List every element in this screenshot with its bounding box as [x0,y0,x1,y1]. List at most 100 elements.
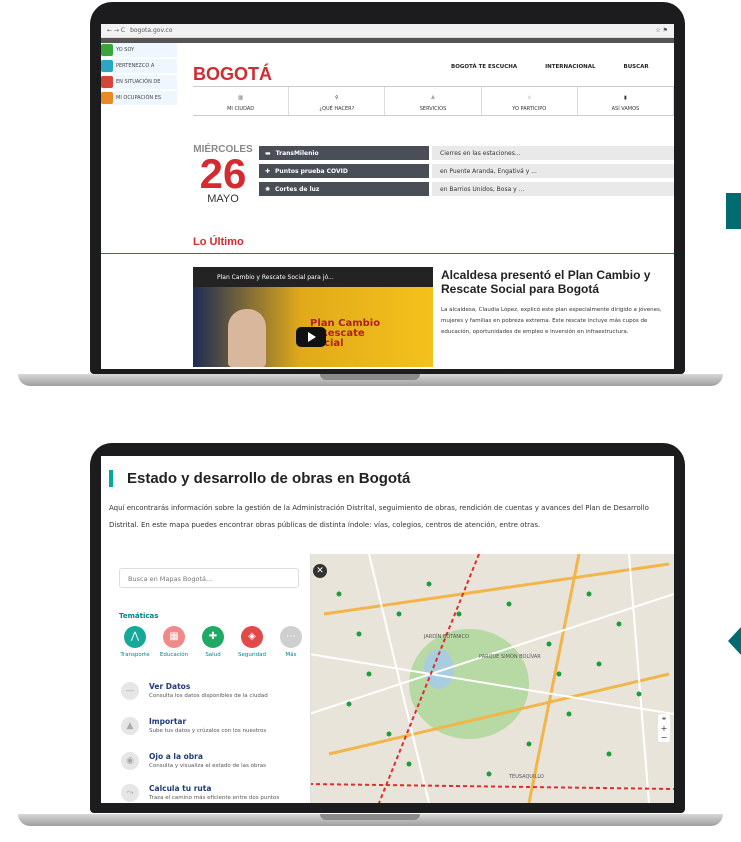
menu-item-que-hacer[interactable]: ⚲ ¿QUÉ HACER? [289,87,386,115]
option-title: Ojo a la obra [149,752,203,761]
school-icon: ▦ [163,626,185,648]
option-subtitle: Traza el camino más eficiente entre dos … [149,795,280,801]
option-title: Calcula tu ruta [149,784,212,793]
data-icon: — [121,682,139,700]
laptop-notch [320,374,420,380]
alert-text: Cierres en las estaciones... [432,146,674,160]
person-icon: ♙ [430,95,436,101]
browser-actions[interactable]: ☆ ⚑ [655,27,668,34]
category-label: Educación [159,652,189,658]
category-label: Salud [205,652,221,658]
address-bar[interactable]: bogota.gov.co [130,27,650,34]
bulb-icon: ✺ [265,185,271,193]
sidenav-item-ocupacion[interactable]: MI OCUPACIÓN ES [101,91,177,105]
tematicas-heading: Temáticas [119,612,159,620]
shield-icon: ◈ [241,626,263,648]
browser-nav-buttons[interactable]: ← → C [107,27,125,34]
decorative-arrow [728,627,741,655]
speaker-figure [228,309,266,367]
alert-text: en Barrios Unidos, Bosa y ... [432,182,674,196]
map-view[interactable]: JARDÍN BOTÁNICO PARQUE SIMÓN BOLÍVAR TEU… [109,554,674,803]
alert-text: en Puente Aranda, Engativá y ... [432,164,674,178]
laptop-screen: Estado y desarrollo de obras en Bogotá A… [101,456,674,803]
category-list: ⋀ Transporte ▦ Educación ✚ Salud ◈ Seguridad… [117,626,309,658]
bus-icon: ▬ [265,149,271,157]
section-divider [101,253,674,254]
option-title: Importar [149,717,187,726]
option-ver-datos[interactable]: — Ver Datos Consulta los datos disponibles… [121,682,301,700]
menu-item-mi-ciudad[interactable]: ▥ MI CIUDAD [193,87,290,115]
category-mas[interactable]: ⋯ Más [273,626,309,658]
video-title: Plan Cambio y Rescate Social para jó... [193,267,433,287]
category-salud[interactable]: ✚ Salud [195,626,231,658]
map-controls[interactable]: ⌖ + − [658,714,670,742]
menu-label: MI CIUDAD [227,106,255,112]
video-player[interactable]: Plan Cambio y Rescate Social para jó... … [193,267,433,367]
map-label: JARDÍN BOTÁNICO [424,634,469,640]
date-widget: MIÉRCOLES 26 MAYO [193,144,253,205]
option-calcula-ruta[interactable]: ⤳ Calcula tu ruta Traza el camino más efic… [121,784,301,802]
topnav-buscar[interactable]: BUSCAR [624,64,649,70]
decorative-bar [726,193,741,229]
alert-row[interactable]: ✚ Puntos prueba COVID en Puente Aranda, En… [259,164,674,178]
bogota-logo[interactable]: BOGOTÁ [193,64,272,85]
menu-label: SERVICIOS [419,106,447,112]
map-label: PARQUE SIMÓN BOLÍVAR [479,654,541,660]
sidenav-label: MI OCUPACIÓN ES [116,95,162,101]
option-subtitle: Sube tus datos y crúzalos con los nuestr… [149,728,267,734]
menu-item-servicios[interactable]: ♙ SERVICIOS [385,87,482,115]
briefcase-icon [101,92,113,104]
map-search-input[interactable]: Busca en Mapas Bogotá... [119,568,299,588]
category-label: Seguridad [238,652,266,658]
category-label: Transporte [120,652,150,658]
covid-icon: ✚ [265,167,271,175]
map-side-panel: Busca en Mapas Bogotá... Temáticas ⋀ Tran… [109,554,311,803]
top-nav: BOGOTÁ TE ESCUCHA INTERNACIONAL BUSCAR [451,64,649,70]
sidenav-item-yo-soy[interactable]: YO SOY [101,43,177,57]
alert-label: Cortes de luz [275,185,320,193]
laptop-notch [320,814,420,820]
hand-icon: ☝ [527,95,531,101]
news-body: La alcaldesa, Claudia López, explicó est… [441,307,662,335]
topnav-internacional[interactable]: INTERNACIONAL [545,64,595,70]
news-article: Alcaldesa presentó el Plan Cambio y Resc… [441,268,674,338]
group-icon [101,60,113,72]
person-icon [101,44,113,56]
category-label: Más [285,652,297,658]
alert-row[interactable]: ▬ TransMilenio Cierres en las estaciones..… [259,146,674,160]
upload-icon: ▲ [121,717,139,735]
top-strip [101,38,674,43]
category-transporte[interactable]: ⋀ Transporte [117,626,153,658]
news-title[interactable]: Alcaldesa presentó el Plan Cambio y Resc… [441,268,674,296]
option-title: Ver Datos [149,682,191,691]
main-menu: ▥ MI CIUDAD ⚲ ¿QUÉ HACER? ♙ SERVICIOS ☝ YO P… [193,86,674,116]
sidenav-label: EN SITUACIÓN DE [116,79,161,85]
sidenav-item-pertenezco[interactable]: PERTENEZCO A [101,59,177,73]
option-importar[interactable]: ▲ Importar Sube tus datos y crúzalos con l… [121,717,301,735]
option-ojo-obra[interactable]: ◉ Ojo a la obra Consulta y visualiza el es… [121,752,301,770]
alert-row[interactable]: ✺ Cortes de luz en Barrios Unidos, Bosa y … [259,182,674,196]
close-icon[interactable]: ✕ [313,564,327,578]
topnav-escucha[interactable]: BOGOTÁ TE ESCUCHA [451,64,517,70]
menu-label: YO PARTICIPO [512,106,547,112]
option-subtitle: Consulta los datos disponibles de la ciu… [149,693,268,699]
chart-icon: ▮ [624,95,627,101]
option-subtitle: Consulta y visualiza el estado de las ob… [149,763,266,769]
menu-label: ASÍ VAMOS [611,106,640,112]
alert-label: Puntos prueba COVID [275,167,348,175]
category-educacion[interactable]: ▦ Educación [156,626,192,658]
medkit-icon: ✚ [202,626,224,648]
play-icon[interactable] [296,327,326,347]
route-icon: ⤳ [121,784,139,802]
menu-item-asi-vamos[interactable]: ▮ ASÍ VAMOS [578,87,674,115]
laptop-screen: ← → C bogota.gov.co ☆ ⚑ YO SOY PERTENEZC… [101,24,674,369]
date-day: 26 [199,150,247,197]
page-title: Estado y desarrollo de obras en Bogotá [109,470,410,487]
sidenav-item-situacion[interactable]: EN SITUACIÓN DE [101,75,177,89]
sidenav-label: YO SOY [116,47,135,53]
section-heading: Lo Último [193,236,244,248]
road-icon: ⋀ [124,626,146,648]
alerts-list: ▬ TransMilenio Cierres en las estaciones..… [259,146,674,200]
menu-item-yo-participo[interactable]: ☝ YO PARTICIPO [482,87,578,115]
category-seguridad[interactable]: ◈ Seguridad [234,626,270,658]
